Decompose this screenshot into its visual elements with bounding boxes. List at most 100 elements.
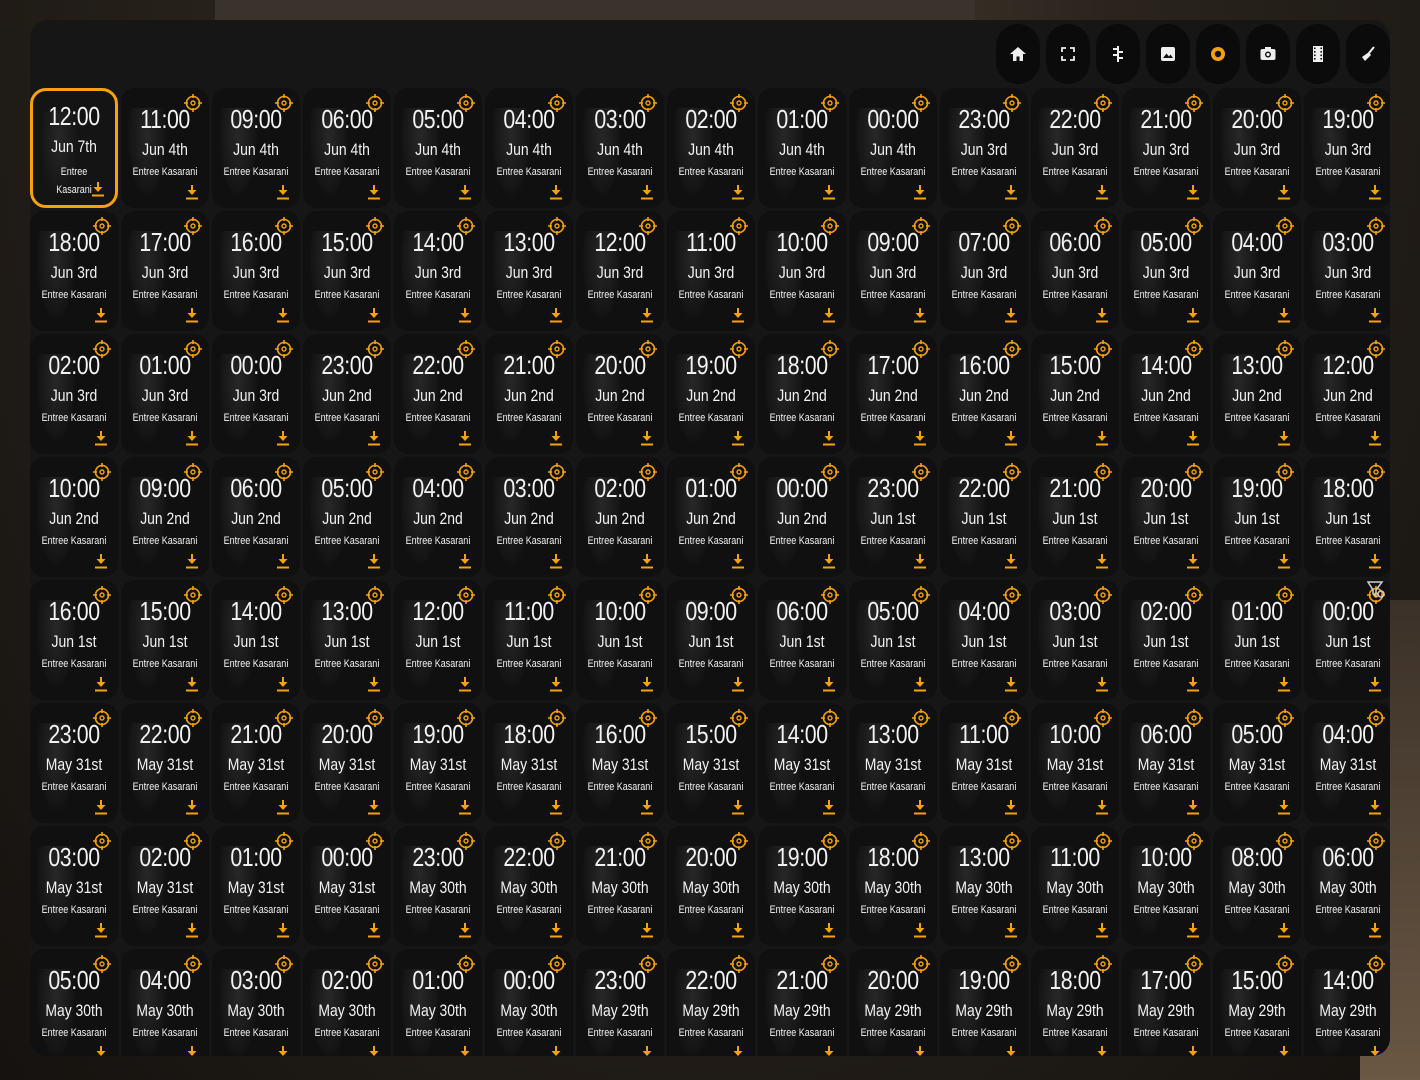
download-icon[interactable] — [458, 922, 472, 938]
download-icon[interactable] — [276, 799, 290, 815]
clip-tile[interactable]: 06:00 Jun 4th Entree Kasarani — [303, 88, 391, 208]
download-icon[interactable] — [276, 307, 290, 323]
crosshair-icon[interactable] — [274, 93, 294, 113]
crosshair-icon[interactable] — [547, 462, 567, 482]
download-icon[interactable] — [1095, 799, 1109, 815]
crosshair-icon[interactable] — [1093, 831, 1113, 851]
clip-tile[interactable]: 11:00 Jun 3rd Entree Kasarani — [667, 211, 755, 331]
crosshair-icon[interactable] — [1275, 831, 1295, 851]
clip-tile[interactable]: 21:00 Jun 3rd Entree Kasarani — [1122, 88, 1210, 208]
download-icon[interactable] — [94, 553, 108, 569]
clip-tile[interactable]: 13:00 Jun 3rd Entree Kasarani — [485, 211, 573, 331]
clip-tile[interactable]: 06:00 May 30th Entree Kasarani — [1304, 826, 1390, 946]
clip-tile[interactable]: 01:00 May 31st Entree Kasarani — [212, 826, 300, 946]
clip-tile[interactable]: 20:00 Jun 3rd Entree Kasarani — [1213, 88, 1301, 208]
download-icon[interactable] — [1368, 676, 1382, 692]
download-icon[interactable] — [1004, 1045, 1018, 1056]
crosshair-icon[interactable] — [365, 954, 385, 974]
crosshair-icon[interactable] — [1093, 216, 1113, 236]
download-icon[interactable] — [1095, 676, 1109, 692]
download-icon[interactable] — [94, 1045, 108, 1056]
clip-tile[interactable]: 15:00 Jun 2nd Entree Kasarani — [1031, 334, 1119, 454]
clip-tile[interactable]: 19:00 May 30th Entree Kasarani — [758, 826, 846, 946]
clip-tile[interactable]: 04:00 May 30th Entree Kasarani — [121, 949, 209, 1056]
crosshair-icon[interactable] — [456, 339, 476, 359]
crosshair-icon[interactable] — [1366, 831, 1386, 851]
crosshair-icon[interactable] — [365, 831, 385, 851]
download-icon[interactable] — [94, 676, 108, 692]
download-icon[interactable] — [1095, 922, 1109, 938]
download-icon[interactable] — [1004, 799, 1018, 815]
clip-tile[interactable]: 02:00 May 31st Entree Kasarani — [121, 826, 209, 946]
download-icon[interactable] — [367, 553, 381, 569]
crosshair-icon[interactable] — [1002, 831, 1022, 851]
download-icon[interactable] — [1368, 1045, 1382, 1056]
download-icon[interactable] — [1186, 184, 1200, 200]
download-icon[interactable] — [913, 676, 927, 692]
clip-tile[interactable]: 12:00 Jun 1st Entree Kasarani — [394, 580, 482, 700]
clip-tile[interactable]: 11:00 May 31st Entree Kasarani — [940, 703, 1028, 823]
crosshair-icon[interactable] — [911, 831, 931, 851]
download-icon[interactable] — [822, 922, 836, 938]
crosshair-icon[interactable] — [365, 585, 385, 605]
clip-tile[interactable]: 11:00 Jun 4th Entree Kasarani — [121, 88, 209, 208]
download-icon[interactable] — [458, 799, 472, 815]
download-icon[interactable] — [731, 799, 745, 815]
download-icon[interactable] — [731, 430, 745, 446]
crosshair-icon[interactable] — [547, 954, 567, 974]
crosshair-icon[interactable] — [274, 831, 294, 851]
download-icon[interactable] — [731, 553, 745, 569]
download-icon[interactable] — [1368, 799, 1382, 815]
fullscreen-button[interactable] — [1046, 24, 1090, 84]
crosshair-icon[interactable] — [183, 708, 203, 728]
crosshair-icon[interactable] — [1366, 339, 1386, 359]
crosshair-icon[interactable] — [274, 585, 294, 605]
clip-tile[interactable]: 20:00 Jun 1st Entree Kasarani — [1122, 457, 1210, 577]
clip-tile[interactable]: 22:00 Jun 1st Entree Kasarani — [940, 457, 1028, 577]
clip-tile[interactable]: 20:00 May 29th Entree Kasarani — [849, 949, 937, 1056]
clips-button[interactable] — [1296, 24, 1340, 84]
clip-tile[interactable]: 12:00 Jun 7th Entree Kasarani — [30, 88, 118, 208]
download-icon[interactable] — [276, 184, 290, 200]
clip-tile[interactable]: 09:00 Jun 1st Entree Kasarani — [667, 580, 755, 700]
crosshair-icon[interactable] — [1275, 216, 1295, 236]
download-icon[interactable] — [913, 922, 927, 938]
crosshair-icon[interactable] — [1002, 93, 1022, 113]
clip-tile[interactable]: 02:00 Jun 2nd Entree Kasarani — [576, 457, 664, 577]
download-icon[interactable] — [1186, 922, 1200, 938]
crosshair-icon[interactable] — [274, 216, 294, 236]
crosshair-icon[interactable] — [92, 954, 112, 974]
clip-tile[interactable]: 18:00 Jun 3rd Entree Kasarani — [30, 211, 118, 331]
download-icon[interactable] — [1277, 553, 1291, 569]
download-icon[interactable] — [822, 1045, 836, 1056]
download-icon[interactable] — [276, 430, 290, 446]
crosshair-icon[interactable] — [274, 708, 294, 728]
crosshair-icon[interactable] — [183, 462, 203, 482]
clip-tile[interactable]: 06:00 May 31st Entree Kasarani — [1122, 703, 1210, 823]
crosshair-icon[interactable] — [911, 585, 931, 605]
crosshair-icon[interactable] — [365, 462, 385, 482]
download-icon[interactable] — [549, 799, 563, 815]
crosshair-icon[interactable] — [456, 708, 476, 728]
download-icon[interactable] — [185, 553, 199, 569]
download-icon[interactable] — [185, 1045, 199, 1056]
crosshair-icon[interactable] — [92, 462, 112, 482]
crosshair-icon[interactable] — [1275, 708, 1295, 728]
download-icon[interactable] — [1004, 676, 1018, 692]
download-icon[interactable] — [822, 307, 836, 323]
clip-tile[interactable]: 10:00 Jun 1st Entree Kasarani — [576, 580, 664, 700]
crosshair-icon[interactable] — [638, 954, 658, 974]
clip-tile[interactable]: 23:00 Jun 3rd Entree Kasarani — [940, 88, 1028, 208]
download-icon[interactable] — [276, 676, 290, 692]
crosshair-icon[interactable] — [547, 585, 567, 605]
clip-tile[interactable]: 18:00 Jun 2nd Entree Kasarani — [758, 334, 846, 454]
download-icon[interactable] — [1186, 430, 1200, 446]
crosshair-icon[interactable] — [365, 708, 385, 728]
clip-tile[interactable]: 06:00 Jun 1st Entree Kasarani — [758, 580, 846, 700]
download-icon[interactable] — [1004, 307, 1018, 323]
download-icon[interactable] — [367, 1045, 381, 1056]
download-icon[interactable] — [640, 553, 654, 569]
clip-tile[interactable]: 19:00 May 31st Entree Kasarani — [394, 703, 482, 823]
clip-tile[interactable]: 05:00 May 30th Entree Kasarani — [30, 949, 118, 1056]
download-icon[interactable] — [1277, 184, 1291, 200]
